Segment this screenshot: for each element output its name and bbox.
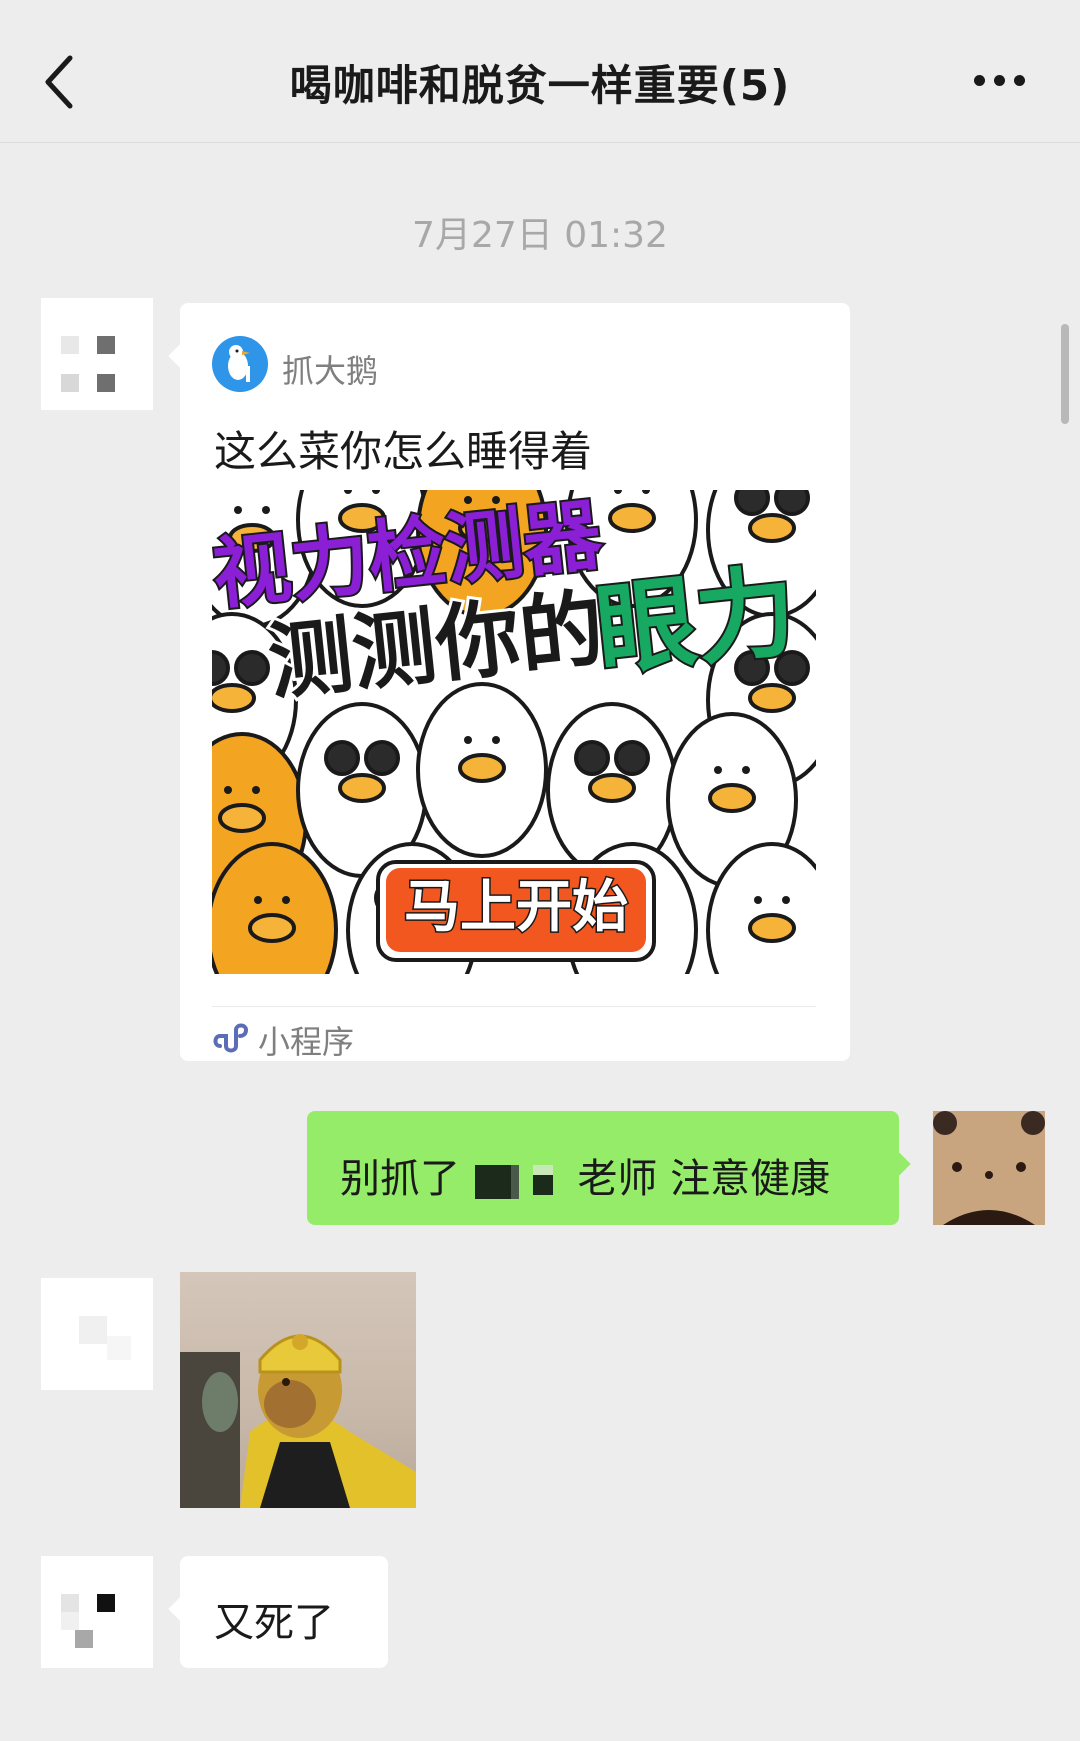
message-text: 别抓了 老师 注意健康	[340, 1156, 831, 1202]
duck-beak	[338, 773, 386, 803]
sunglasses-lens	[234, 650, 270, 686]
duck-eye	[262, 506, 270, 514]
duck-eye	[754, 896, 762, 904]
ellipsis-icon	[974, 75, 985, 86]
duck-eye	[464, 496, 472, 504]
sunglasses-lens	[574, 740, 610, 776]
avatar[interactable]	[41, 298, 153, 410]
duck-eye	[464, 736, 472, 744]
sunglasses-lens	[212, 650, 230, 686]
bear-icon	[933, 1111, 1045, 1225]
duck-beak	[748, 683, 796, 713]
chat-title: 喝咖啡和脱贫一样重要(5)	[289, 61, 791, 110]
mini-program-label: 小程序	[258, 1023, 355, 1061]
mini-program-icon	[212, 1020, 249, 1056]
goose-icon	[228, 345, 250, 382]
chat-header: 喝咖啡和脱贫一样重要(5)	[0, 0, 1080, 143]
mini-program-logo	[212, 336, 268, 392]
scrollbar[interactable]	[1061, 324, 1069, 424]
message-text: 又死了	[214, 1600, 334, 1646]
duck-beak	[748, 513, 796, 543]
duck-eye	[254, 896, 262, 904]
headline-eyesight: 眼力	[590, 553, 801, 690]
duck-beak	[218, 803, 266, 833]
duck-eye	[742, 766, 750, 774]
ducks-illustration: 视力检测器 测测你的 眼力 马上开始	[212, 490, 816, 974]
monkey-king-sticker[interactable]	[180, 1272, 416, 1508]
sunglasses-lens	[324, 740, 360, 776]
svg-text:马上开始: 马上开始	[404, 875, 628, 940]
duck-beak	[748, 913, 796, 943]
sunglasses-lens	[364, 740, 400, 776]
duck-eye	[252, 786, 260, 794]
sunglasses-lens	[774, 490, 810, 516]
duck-beak	[588, 773, 636, 803]
duck-body	[212, 842, 338, 974]
duck-beak	[212, 683, 256, 713]
duck-eye	[234, 506, 242, 514]
sunglasses-lens	[734, 490, 770, 516]
duck-eye	[492, 736, 500, 744]
avatar[interactable]	[41, 1278, 153, 1390]
duck-beak	[608, 503, 656, 533]
message-timestamp: 7月27日 01:32	[412, 215, 668, 256]
duck-eye	[282, 896, 290, 904]
card-divider	[212, 1006, 816, 1007]
mini-program-cover-image[interactable]: 视力检测器 测测你的 眼力 马上开始	[212, 490, 816, 974]
duck-beak	[248, 913, 296, 943]
avatar[interactable]	[41, 1556, 153, 1668]
duck-beak	[458, 753, 506, 783]
my-avatar[interactable]	[933, 1111, 1045, 1225]
more-button[interactable]	[972, 68, 1058, 92]
mini-program-description: 这么菜你怎么睡得着	[214, 427, 593, 476]
start-now-button[interactable]: 马上开始	[376, 860, 656, 962]
redacted-name	[473, 1161, 565, 1201]
duck-eye	[782, 896, 790, 904]
mini-program-name: 抓大鹅	[282, 352, 379, 390]
duck-eye	[224, 786, 232, 794]
duck-beak	[708, 783, 756, 813]
duck-eye	[714, 766, 722, 774]
sunglasses-lens	[614, 740, 650, 776]
